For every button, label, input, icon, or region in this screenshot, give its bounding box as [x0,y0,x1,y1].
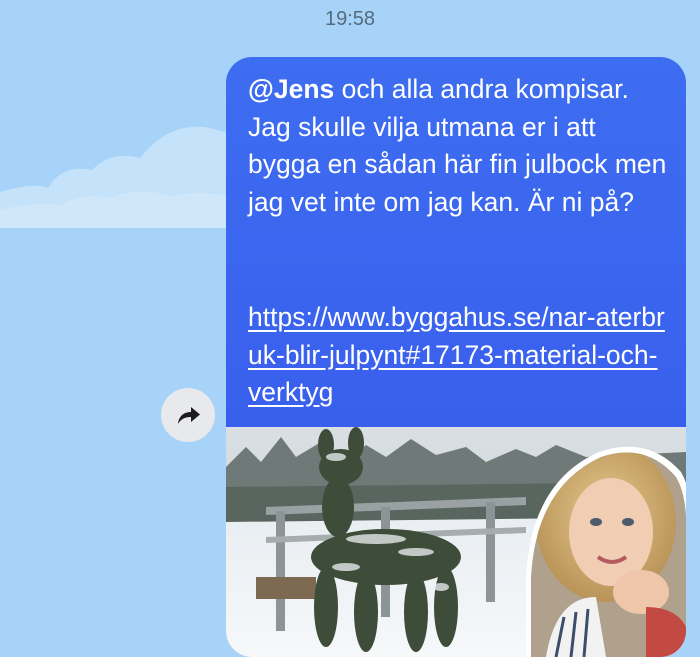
message-link[interactable]: https://www.byggahus.se/nar-aterbruk-bli… [248,299,668,412]
user-mention[interactable]: @Jens [248,74,334,104]
message-text: @Jens och alla andra kompisar. Jag skull… [248,71,668,221]
share-button[interactable] [161,388,215,442]
share-arrow-icon [178,407,200,424]
message-bubble[interactable]: @Jens och alla andra kompisar. Jag skull… [226,57,686,657]
link-preview-image[interactable] [226,427,686,657]
message-timestamp: 19:58 [324,8,376,30]
